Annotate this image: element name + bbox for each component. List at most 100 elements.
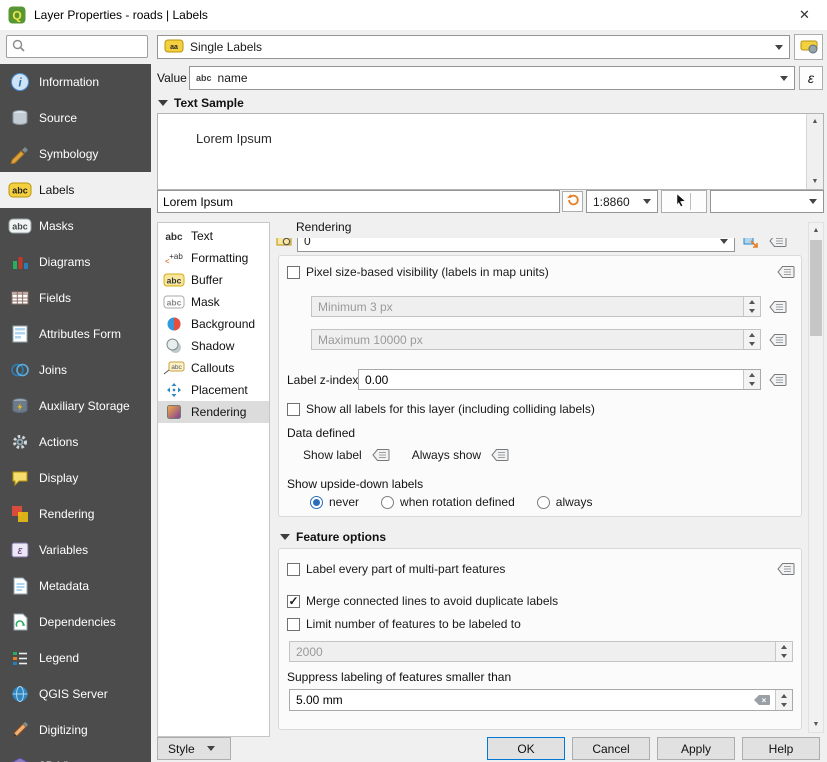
reset-sample-button[interactable] xyxy=(562,191,583,212)
feature-options-section-header[interactable]: Feature options xyxy=(280,529,386,545)
z-index-input[interactable] xyxy=(359,370,743,389)
sidebar-item-variables[interactable]: ε Variables xyxy=(0,532,151,568)
data-defined-override-icon[interactable] xyxy=(767,298,789,315)
merge-lines-checkbox[interactable] xyxy=(287,595,300,608)
spin-down-icon[interactable] xyxy=(744,380,760,390)
tab-buffer[interactable]: abc Buffer xyxy=(158,269,269,291)
spin-down-icon[interactable] xyxy=(744,340,760,350)
sidebar-item-dependencies[interactable]: Dependencies xyxy=(0,604,151,640)
sidebar-item-qgis-server[interactable]: QGIS Server xyxy=(0,676,151,712)
sidebar-item-masks[interactable]: abc Masks xyxy=(0,208,151,244)
preview-background-combo[interactable] xyxy=(710,190,824,213)
radio-when-rotation-defined[interactable] xyxy=(381,496,394,509)
sidebar-item-fields[interactable]: Fields xyxy=(0,280,151,316)
sidebar-item-attributes-form[interactable]: Attributes Form xyxy=(0,316,151,352)
preview-scrollbar[interactable]: ▲ ▼ xyxy=(806,114,823,189)
sidebar-item-3d-view[interactable]: 3D 3D View xyxy=(0,748,151,762)
limit-features-checkbox[interactable] xyxy=(287,618,300,631)
minimum-pixel-spinbox[interactable]: Minimum 3 px xyxy=(311,296,761,317)
abc-field-type-icon: abc xyxy=(196,73,212,83)
help-button[interactable]: Help xyxy=(742,737,820,760)
spin-up-icon[interactable] xyxy=(744,297,760,307)
data-defined-override-icon[interactable] xyxy=(767,371,789,388)
tab-callouts[interactable]: abc Callouts xyxy=(158,357,269,379)
tab-rendering[interactable]: Rendering xyxy=(158,401,269,423)
cancel-button[interactable]: Cancel xyxy=(572,737,650,760)
scroll-down-icon[interactable]: ▼ xyxy=(809,717,823,732)
sidebar-item-symbology[interactable]: Symbology xyxy=(0,136,151,172)
value-field-combo[interactable]: abc name xyxy=(189,66,795,90)
data-defined-override-icon[interactable] xyxy=(767,238,789,250)
tab-placement[interactable]: Placement xyxy=(158,379,269,401)
sidebar-item-metadata[interactable]: Metadata xyxy=(0,568,151,604)
tab-background[interactable]: Background xyxy=(158,313,269,335)
sidebar-item-labels[interactable]: abc Labels xyxy=(0,172,151,208)
scroll-up-icon[interactable]: ▲ xyxy=(807,114,823,129)
sidebar-item-legend[interactable]: Legend xyxy=(0,640,151,676)
map-units-picker-button[interactable] xyxy=(661,190,707,213)
svg-text:abc: abc xyxy=(171,364,182,371)
spinner-arrows[interactable] xyxy=(775,690,792,710)
spin-up-icon[interactable] xyxy=(776,690,792,700)
maximum-scale-combo[interactable]: 0 xyxy=(297,238,735,252)
tab-shadow[interactable]: Shadow xyxy=(158,335,269,357)
expression-builder-button[interactable]: ε xyxy=(799,66,823,90)
set-to-current-scale-button[interactable] xyxy=(740,238,762,251)
data-defined-override-icon[interactable] xyxy=(775,263,797,280)
spinner-arrows[interactable] xyxy=(743,297,760,316)
data-defined-override-icon[interactable] xyxy=(370,446,392,464)
sidebar-item-information[interactable]: i Information xyxy=(0,64,151,100)
scroll-down-icon[interactable]: ▼ xyxy=(807,174,823,189)
data-defined-override-icon[interactable] xyxy=(775,560,797,577)
tab-mask[interactable]: abc Mask xyxy=(158,291,269,313)
show-all-labels-checkbox[interactable] xyxy=(287,403,300,416)
limit-features-value: 2000 xyxy=(290,642,775,661)
sidebar-item-digitizing[interactable]: Digitizing xyxy=(0,712,151,748)
apply-button[interactable]: Apply xyxy=(657,737,735,760)
clear-field-icon[interactable]: × xyxy=(753,690,775,710)
sidebar-item-actions[interactable]: Actions xyxy=(0,424,151,460)
tab-text[interactable]: abc Text xyxy=(158,225,269,247)
data-defined-override-icon[interactable] xyxy=(489,446,511,464)
z-index-spinbox[interactable] xyxy=(358,369,761,390)
scroll-up-icon[interactable]: ▲ xyxy=(809,223,823,238)
maximum-pixel-spinbox[interactable]: Maximum 10000 px xyxy=(311,329,761,350)
sidebar-item-rendering[interactable]: Rendering xyxy=(0,496,151,532)
spinner-arrows[interactable] xyxy=(743,370,760,389)
spinner-arrows[interactable] xyxy=(775,642,792,661)
spin-down-icon[interactable] xyxy=(776,652,792,662)
spinner-arrows[interactable] xyxy=(743,330,760,349)
rendering-panel-scrollbar[interactable]: ▲ ▼ xyxy=(808,222,824,733)
sidebar-item-auxiliary-storage[interactable]: Auxiliary Storage xyxy=(0,388,151,424)
spin-down-icon[interactable] xyxy=(776,700,792,710)
label-mode-combo[interactable]: aa Single Labels xyxy=(157,35,790,59)
text-sample-preview: Lorem Ipsum ▲ ▼ xyxy=(157,113,824,190)
spin-down-icon[interactable] xyxy=(744,307,760,317)
tab-formatting[interactable]: +ab< Formatting xyxy=(158,247,269,269)
spin-up-icon[interactable] xyxy=(744,330,760,340)
spin-up-icon[interactable] xyxy=(776,642,792,652)
sidebar-item-diagrams[interactable]: Diagrams xyxy=(0,244,151,280)
sidebar-item-joins[interactable]: Joins xyxy=(0,352,151,388)
spin-up-icon[interactable] xyxy=(744,370,760,380)
scrollbar-thumb[interactable] xyxy=(810,240,822,336)
radio-never[interactable] xyxy=(310,496,323,509)
text-sample-section-header[interactable]: Text Sample xyxy=(158,95,244,111)
joins-icon xyxy=(8,359,32,381)
label-every-part-checkbox[interactable] xyxy=(287,563,300,576)
style-menu-button[interactable]: Style xyxy=(157,737,231,760)
suppress-input[interactable] xyxy=(290,690,753,710)
close-button[interactable]: ✕ xyxy=(782,0,827,30)
data-defined-override-icon[interactable] xyxy=(767,331,789,348)
limit-features-spinbox[interactable]: 2000 xyxy=(289,641,793,662)
pixel-visibility-checkbox[interactable] xyxy=(287,266,300,279)
ok-button[interactable]: OK xyxy=(487,737,565,760)
sidebar-item-source[interactable]: Source xyxy=(0,100,151,136)
search-input[interactable] xyxy=(29,40,142,54)
preview-scale-combo[interactable]: 1:8860 xyxy=(586,190,658,213)
suppress-spinbox[interactable]: × xyxy=(289,689,793,711)
automated-placement-settings-button[interactable] xyxy=(794,34,823,60)
radio-always[interactable] xyxy=(537,496,550,509)
sample-text-input[interactable] xyxy=(157,190,560,213)
sidebar-item-display[interactable]: Display xyxy=(0,460,151,496)
